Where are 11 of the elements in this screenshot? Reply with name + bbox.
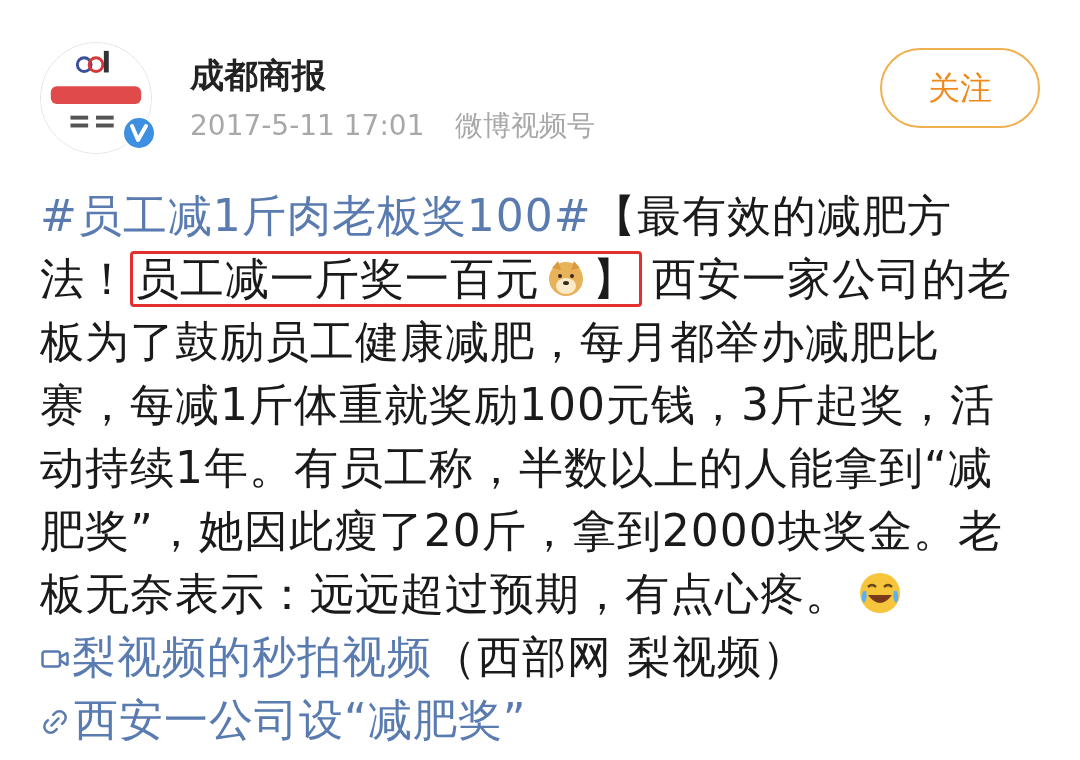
follow-button[interactable]: 关注 [880, 48, 1040, 128]
closing-bracket: 】 [592, 253, 637, 304]
laughing-emoji-icon [858, 571, 902, 615]
post-source: 微博视频号 [454, 108, 595, 144]
post-text: #员工减1斤肉老板奖100#【最有效的减肥方法！员工减一斤奖一百元 】 西安一家公司的老板为了鼓励员工健康减肥，每月都举办减肥比赛，每减1斤体重就奖励100元钱，3斤起奖，活动持续1年。有员工称，半数以上的人能拿到“减肥奖”，她因此瘦了20斤，拿到2000块奖金。老板无奈表示：远远超过预期，有点心疼。 梨视频的秒拍视频（西部网 梨视频） 西安一公司设“减肥奖” [0, 184, 1080, 751]
author-name[interactable]: 成都商报 [190, 52, 595, 98]
highlighted-text: 员工减一斤奖一百元 [135, 253, 540, 304]
video-link[interactable]: 梨视频的秒拍视频 [40, 631, 432, 682]
hashtag-link[interactable]: #员工减1斤肉老板奖100# [40, 190, 592, 241]
post-time: 2017-5-11 17:01 [190, 108, 425, 144]
web-link[interactable]: 西安一公司设“减肥奖” [40, 694, 527, 745]
